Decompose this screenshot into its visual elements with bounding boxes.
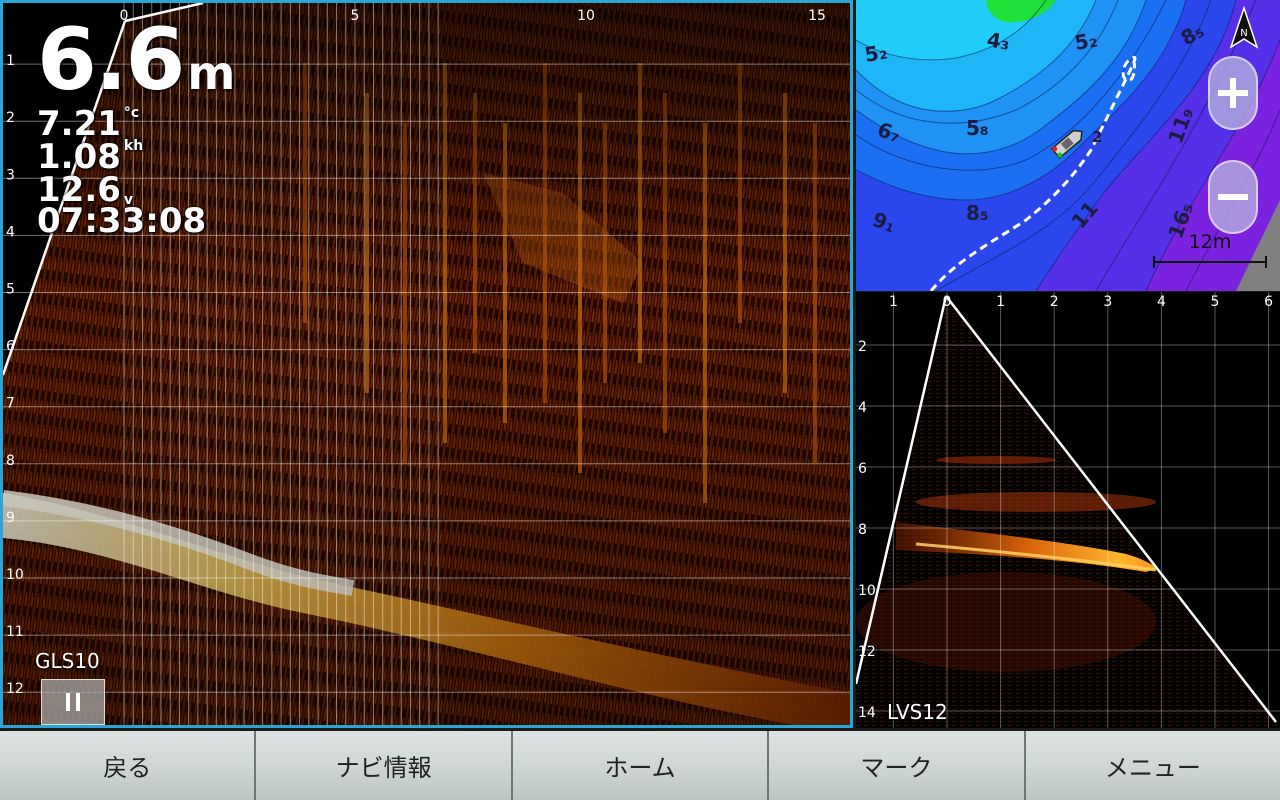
ls-range-label: 2 (1050, 294, 1059, 310)
sonar-source-label: GLS10 (35, 649, 100, 673)
svg-text:N: N (1240, 28, 1247, 39)
ls-range-label: 1 (889, 294, 898, 310)
range-label: 10 (577, 8, 595, 24)
zoom-in-button[interactable] (1208, 56, 1258, 130)
depth-unit: m (187, 46, 235, 100)
livescope-source-label: LVS12 (887, 700, 948, 724)
depth-label: 4 (6, 224, 15, 240)
depth-readout: 6.6m (37, 17, 235, 103)
depth-label: 11 (6, 624, 24, 640)
depth-label: 12 (6, 681, 24, 697)
ls-range-label: 5 (1211, 294, 1220, 310)
zoom-out-button[interactable] (1208, 160, 1258, 234)
ls-depth-label: 6 (858, 461, 867, 477)
water-temp-readout: 7.21 °c (37, 105, 140, 141)
ls-depth-label: 8 (858, 522, 867, 538)
ls-depth-label: 14 (858, 705, 876, 721)
contour-label: 4₃ (985, 27, 1012, 55)
ls-range-label: 1 (996, 294, 1005, 310)
bottom-softkey-bar: 戻る ナビ情報 ホーム マーク メニュー (0, 731, 1280, 800)
home-button[interactable]: ホーム (512, 731, 770, 800)
scale-label: 12m (1189, 231, 1232, 253)
range-label: 15 (808, 8, 826, 24)
depth-label: 5 (6, 282, 15, 298)
livescope-sonar-pane[interactable]: 10123456 2 4 6 8 10 12 14 LVS12 (856, 292, 1280, 728)
depth-label: 8 (6, 453, 15, 469)
zoom-out-icon (1218, 194, 1248, 200)
sonar-view-pane[interactable]: 051015202530 123456789101112 6.6m 7.21°c… (0, 0, 853, 728)
depth-label: 2 (6, 110, 15, 126)
pause-icon (66, 693, 80, 711)
boat-label: 2 (1092, 128, 1102, 146)
ls-depth-label: 12 (858, 644, 876, 660)
zoom-in-icon (1218, 78, 1248, 108)
depth-label: 7 (6, 396, 15, 412)
depth-label: 10 (6, 567, 24, 583)
ls-range-label: 0 (943, 294, 952, 310)
depth-value: 6.6 (37, 10, 185, 110)
ls-depth-label: 10 (858, 583, 876, 599)
mark-button[interactable]: マーク (769, 731, 1026, 800)
speed-unit: kh (123, 138, 144, 154)
range-label: 5 (351, 8, 360, 24)
contour-label: 5₈ (966, 116, 989, 140)
contour-label: 5₂ (863, 39, 890, 67)
ls-range-label: 4 (1157, 294, 1166, 310)
pause-button[interactable] (41, 679, 105, 725)
chart-map-pane[interactable]: 5₂ 4₃ 5₂ 8₅ 6₇ 5₈ 11₉ 9₁ 8₅ 11 16₅ 2 N 12m (856, 0, 1280, 291)
ls-range-label: 6 (1264, 294, 1273, 310)
clock-readout: 07:33:08 (37, 201, 207, 241)
ls-range-label: 3 (1103, 294, 1112, 310)
depth-label: 3 (6, 167, 15, 183)
contour-label: 8₅ (966, 201, 989, 225)
ls-depth-label: 4 (858, 400, 867, 416)
water-temp-unit: °c (123, 105, 140, 121)
back-button[interactable]: 戻る (0, 731, 257, 800)
livescope-image: 10123456 2468101214 (856, 292, 1280, 728)
contour-map: 5₂ 4₃ 5₂ 8₅6₇ 5₈ 11₉9₁ 8₅ 11 16₅ 2 N 12m (856, 0, 1280, 291)
depth-label: 1 (6, 53, 15, 69)
contour-label: 5₂ (1073, 27, 1100, 55)
depth-label: 9 (6, 510, 15, 526)
depth-label: 6 (6, 339, 15, 355)
nav-info-button[interactable]: ナビ情報 (256, 731, 513, 800)
speed-readout: 1.08 kh (37, 138, 144, 174)
ls-depth-label: 2 (858, 339, 867, 355)
menu-button[interactable]: メニュー (1025, 731, 1280, 800)
